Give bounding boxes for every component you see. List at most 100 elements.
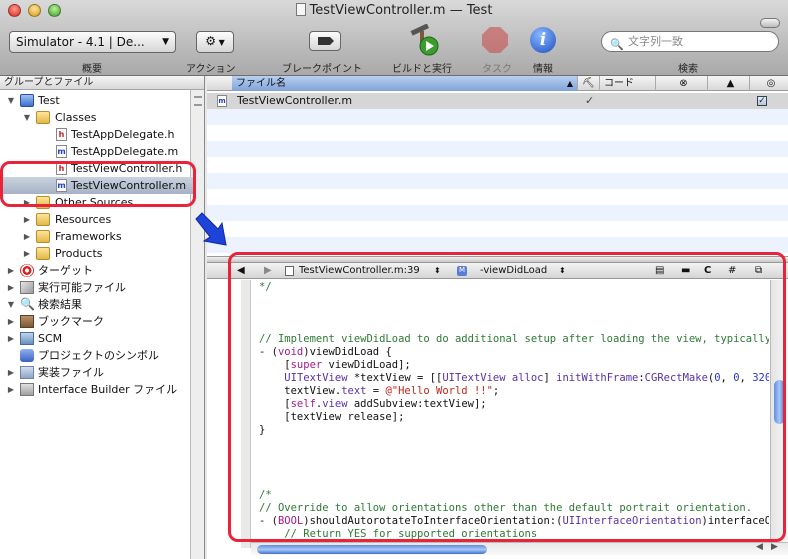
disclosure-closed-icon[interactable]: ▶: [6, 381, 16, 398]
project-icon: [20, 94, 34, 107]
warnings-column-icon[interactable]: ▲: [707, 76, 749, 91]
disclosure-open-icon[interactable]: ▼: [6, 296, 16, 313]
table-row: [207, 125, 788, 141]
sidebar-item-test[interactable]: ▼ Test: [0, 92, 190, 109]
table-row: [207, 189, 788, 205]
bookmark-icon: [20, 315, 34, 328]
disclosure-closed-icon[interactable]: ▶: [6, 279, 16, 296]
editor-horizontal-scrollbar[interactable]: ◀ ▶: [251, 542, 788, 555]
search-label: 検索: [678, 64, 698, 75]
search-icon: 🔍: [20, 297, 35, 311]
build-status-icon[interactable]: ⛏: [577, 76, 599, 91]
info-label: 情報: [533, 64, 553, 75]
scroll-left-arrow-icon[interactable]: ◀: [756, 542, 763, 552]
table-row: [207, 109, 788, 125]
folder-icon: [36, 111, 50, 124]
window-title: TestViewController.m — Test: [0, 3, 788, 18]
target-icon: [20, 264, 34, 277]
symbols-icon: [20, 349, 34, 362]
grip-icon: [194, 96, 202, 106]
sidebar-item-scm[interactable]: ▶ SCM: [0, 330, 190, 347]
interface-builder-icon: [20, 383, 34, 396]
sidebar-item-classes[interactable]: ▼ Classes: [0, 109, 190, 126]
scm-icon: [20, 332, 34, 345]
target-membership-checkbox[interactable]: ✓: [757, 96, 767, 106]
sidebar-item-interface-builder-files[interactable]: ▶ Interface Builder ファイル: [0, 381, 190, 398]
sidebar-item-targets[interactable]: ▶ ターゲット: [0, 262, 190, 279]
breakpoints-button[interactable]: [309, 31, 341, 51]
disclosure-closed-icon[interactable]: ▶: [22, 211, 32, 228]
info-icon[interactable]: i: [530, 27, 556, 53]
table-row: [207, 237, 788, 253]
sidebar-scrollbar[interactable]: [190, 90, 204, 559]
scroll-thumb[interactable]: [257, 545, 487, 554]
sidebar-item-testappdelegate-h[interactable]: h TestAppDelegate.h: [0, 126, 190, 143]
sidebar-item-project-symbols[interactable]: プロジェクトのシンボル: [0, 347, 190, 364]
file-list-header: ファイル名 ▲ ⛏ コード ⊗ ▲ ◎: [207, 76, 788, 91]
table-row: [207, 141, 788, 157]
errors-column-icon[interactable]: ⊗: [655, 76, 707, 91]
table-row: [207, 205, 788, 221]
tasks-label: タスク: [482, 64, 512, 75]
column-code[interactable]: コード: [599, 76, 655, 91]
disclosure-closed-icon[interactable]: ▶: [6, 313, 16, 330]
toolbar-toggle-button[interactable]: [760, 18, 780, 28]
breakpoint-icon: [318, 37, 334, 45]
scroll-right-arrow-icon[interactable]: ▶: [771, 542, 778, 552]
stop-icon[interactable]: [482, 27, 508, 53]
toolbar: TestViewController.m — Test Simulator - …: [0, 0, 788, 76]
scheme-popup[interactable]: Simulator - 4.1 | De... ▼: [9, 31, 176, 53]
implementation-file-icon: m: [56, 145, 67, 158]
document-icon: [295, 3, 306, 16]
sidebar-item-implementation-files[interactable]: ▶ 実装ファイル: [0, 364, 190, 381]
breakpoints-label: ブレークポイント: [282, 64, 362, 75]
disclosure-open-icon[interactable]: ▼: [22, 109, 32, 126]
sidebar-item-bookmarks[interactable]: ▶ ブックマーク: [0, 313, 190, 330]
column-filename[interactable]: ファイル名 ▲: [232, 76, 577, 91]
action-button[interactable]: ⚙ ▼: [196, 31, 234, 53]
header-file-icon: h: [56, 128, 67, 141]
xcode-window: TestViewController.m — Test Simulator - …: [0, 0, 788, 559]
sidebar-item-frameworks[interactable]: ▶ Frameworks: [0, 228, 190, 245]
groups-and-files-sidebar: グループとファイル ▼ Test ▼ Classes h TestAppDele…: [0, 76, 205, 559]
sidebar-header: グループとファイル: [0, 76, 204, 90]
disclosure-closed-icon[interactable]: ▶: [6, 262, 16, 279]
table-row: [207, 221, 788, 237]
popup-arrow-icon: ▼: [162, 37, 169, 47]
table-row: [207, 157, 788, 173]
build-run-label: ビルドと実行: [392, 64, 452, 75]
highlight-editor: [228, 252, 786, 542]
disclosure-closed-icon[interactable]: ▶: [22, 245, 32, 262]
implementation-files-icon: [20, 366, 34, 379]
implementation-file-icon: m: [217, 95, 227, 107]
build-check-icon: ✓: [585, 94, 595, 107]
folder-icon: [36, 230, 50, 243]
sidebar-item-search-results[interactable]: ▼ 🔍 検索結果: [0, 296, 190, 313]
table-row[interactable]: m TestViewController.m ✓ ✓: [207, 93, 788, 109]
folder-icon: [36, 213, 50, 226]
gear-icon: ⚙: [205, 34, 217, 48]
sidebar-item-resources[interactable]: ▶ Resources: [0, 211, 190, 228]
executable-icon: [20, 281, 34, 294]
sort-ascending-icon: ▲: [566, 79, 573, 88]
disclosure-open-icon[interactable]: ▼: [6, 92, 16, 109]
pointer-arrow-icon: [195, 212, 227, 246]
disclosure-closed-icon[interactable]: ▶: [6, 364, 16, 381]
chevron-down-icon: ▼: [216, 38, 225, 47]
file-type-column[interactable]: [207, 76, 232, 91]
sidebar-item-testappdelegate-m[interactable]: m TestAppDelegate.m: [0, 143, 190, 160]
folder-icon: [36, 247, 50, 260]
search-icon: 🔍: [610, 38, 624, 51]
file-list: ファイル名 ▲ ⛏ コード ⊗ ▲ ◎ m TestViewController.…: [207, 76, 788, 256]
sidebar-item-products[interactable]: ▶ Products: [0, 245, 190, 262]
disclosure-closed-icon[interactable]: ▶: [6, 330, 16, 347]
disclosure-closed-icon[interactable]: ▶: [22, 228, 32, 245]
highlight-selected-file: [0, 161, 196, 207]
target-column-icon[interactable]: ◎: [749, 76, 788, 91]
search-field[interactable]: 🔍 文字列一致: [601, 31, 779, 52]
action-label: アクション: [186, 64, 236, 75]
sidebar-item-executables[interactable]: ▶ 実行可能ファイル: [0, 279, 190, 296]
table-row: [207, 173, 788, 189]
overview-label: 概要: [82, 64, 102, 75]
build-and-run-icon[interactable]: [407, 24, 441, 58]
